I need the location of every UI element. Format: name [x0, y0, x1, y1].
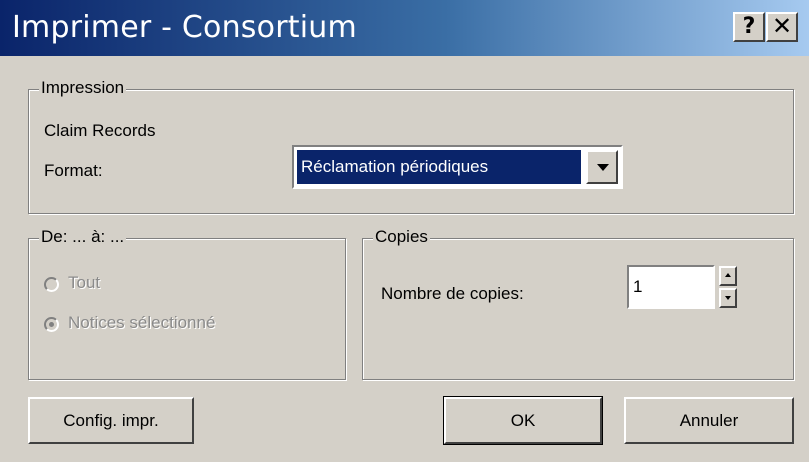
copies-input[interactable]: 1: [627, 265, 715, 309]
radio-selected-records-label: Notices sélectionné: [68, 313, 216, 332]
arrow-up-icon: [725, 273, 731, 277]
close-button[interactable]: ✕: [766, 12, 798, 42]
format-dropdown[interactable]: Réclamation périodiques: [292, 145, 623, 189]
arrow-down-icon: [725, 296, 731, 300]
range-group: De: ... à: ...: [28, 227, 346, 380]
copies-label: Nombre de copies:: [381, 284, 524, 303]
help-icon: ?: [742, 14, 756, 39]
format-label: Format:: [44, 161, 103, 180]
format-dropdown-button[interactable]: [586, 150, 618, 184]
copies-decrement-button[interactable]: [719, 288, 737, 308]
copies-legend: Copies: [373, 227, 430, 247]
ok-button[interactable]: OK: [443, 396, 603, 445]
close-icon: ✕: [771, 12, 793, 40]
impression-legend: Impression: [39, 78, 127, 98]
format-selected-value: Réclamation périodiques: [297, 150, 581, 184]
print-item-text: Claim Records: [44, 121, 156, 140]
printer-setup-button[interactable]: Config. impr.: [28, 397, 194, 444]
radio-selected-records[interactable]: [44, 317, 59, 332]
help-button[interactable]: ?: [733, 12, 765, 42]
copies-increment-button[interactable]: [719, 266, 737, 286]
range-legend: De: ... à: ...: [39, 227, 127, 247]
radio-selected-dot: [49, 322, 54, 327]
radio-tout-label: Tout: [68, 273, 101, 292]
chevron-down-icon: [597, 164, 609, 171]
cancel-button[interactable]: Annuler: [624, 397, 794, 444]
window-title: Imprimer - Consortium: [12, 10, 357, 45]
title-bar[interactable]: Imprimer - Consortium ? ✕: [0, 0, 809, 56]
copies-group: Copies: [362, 227, 794, 380]
radio-tout[interactable]: [44, 277, 59, 292]
